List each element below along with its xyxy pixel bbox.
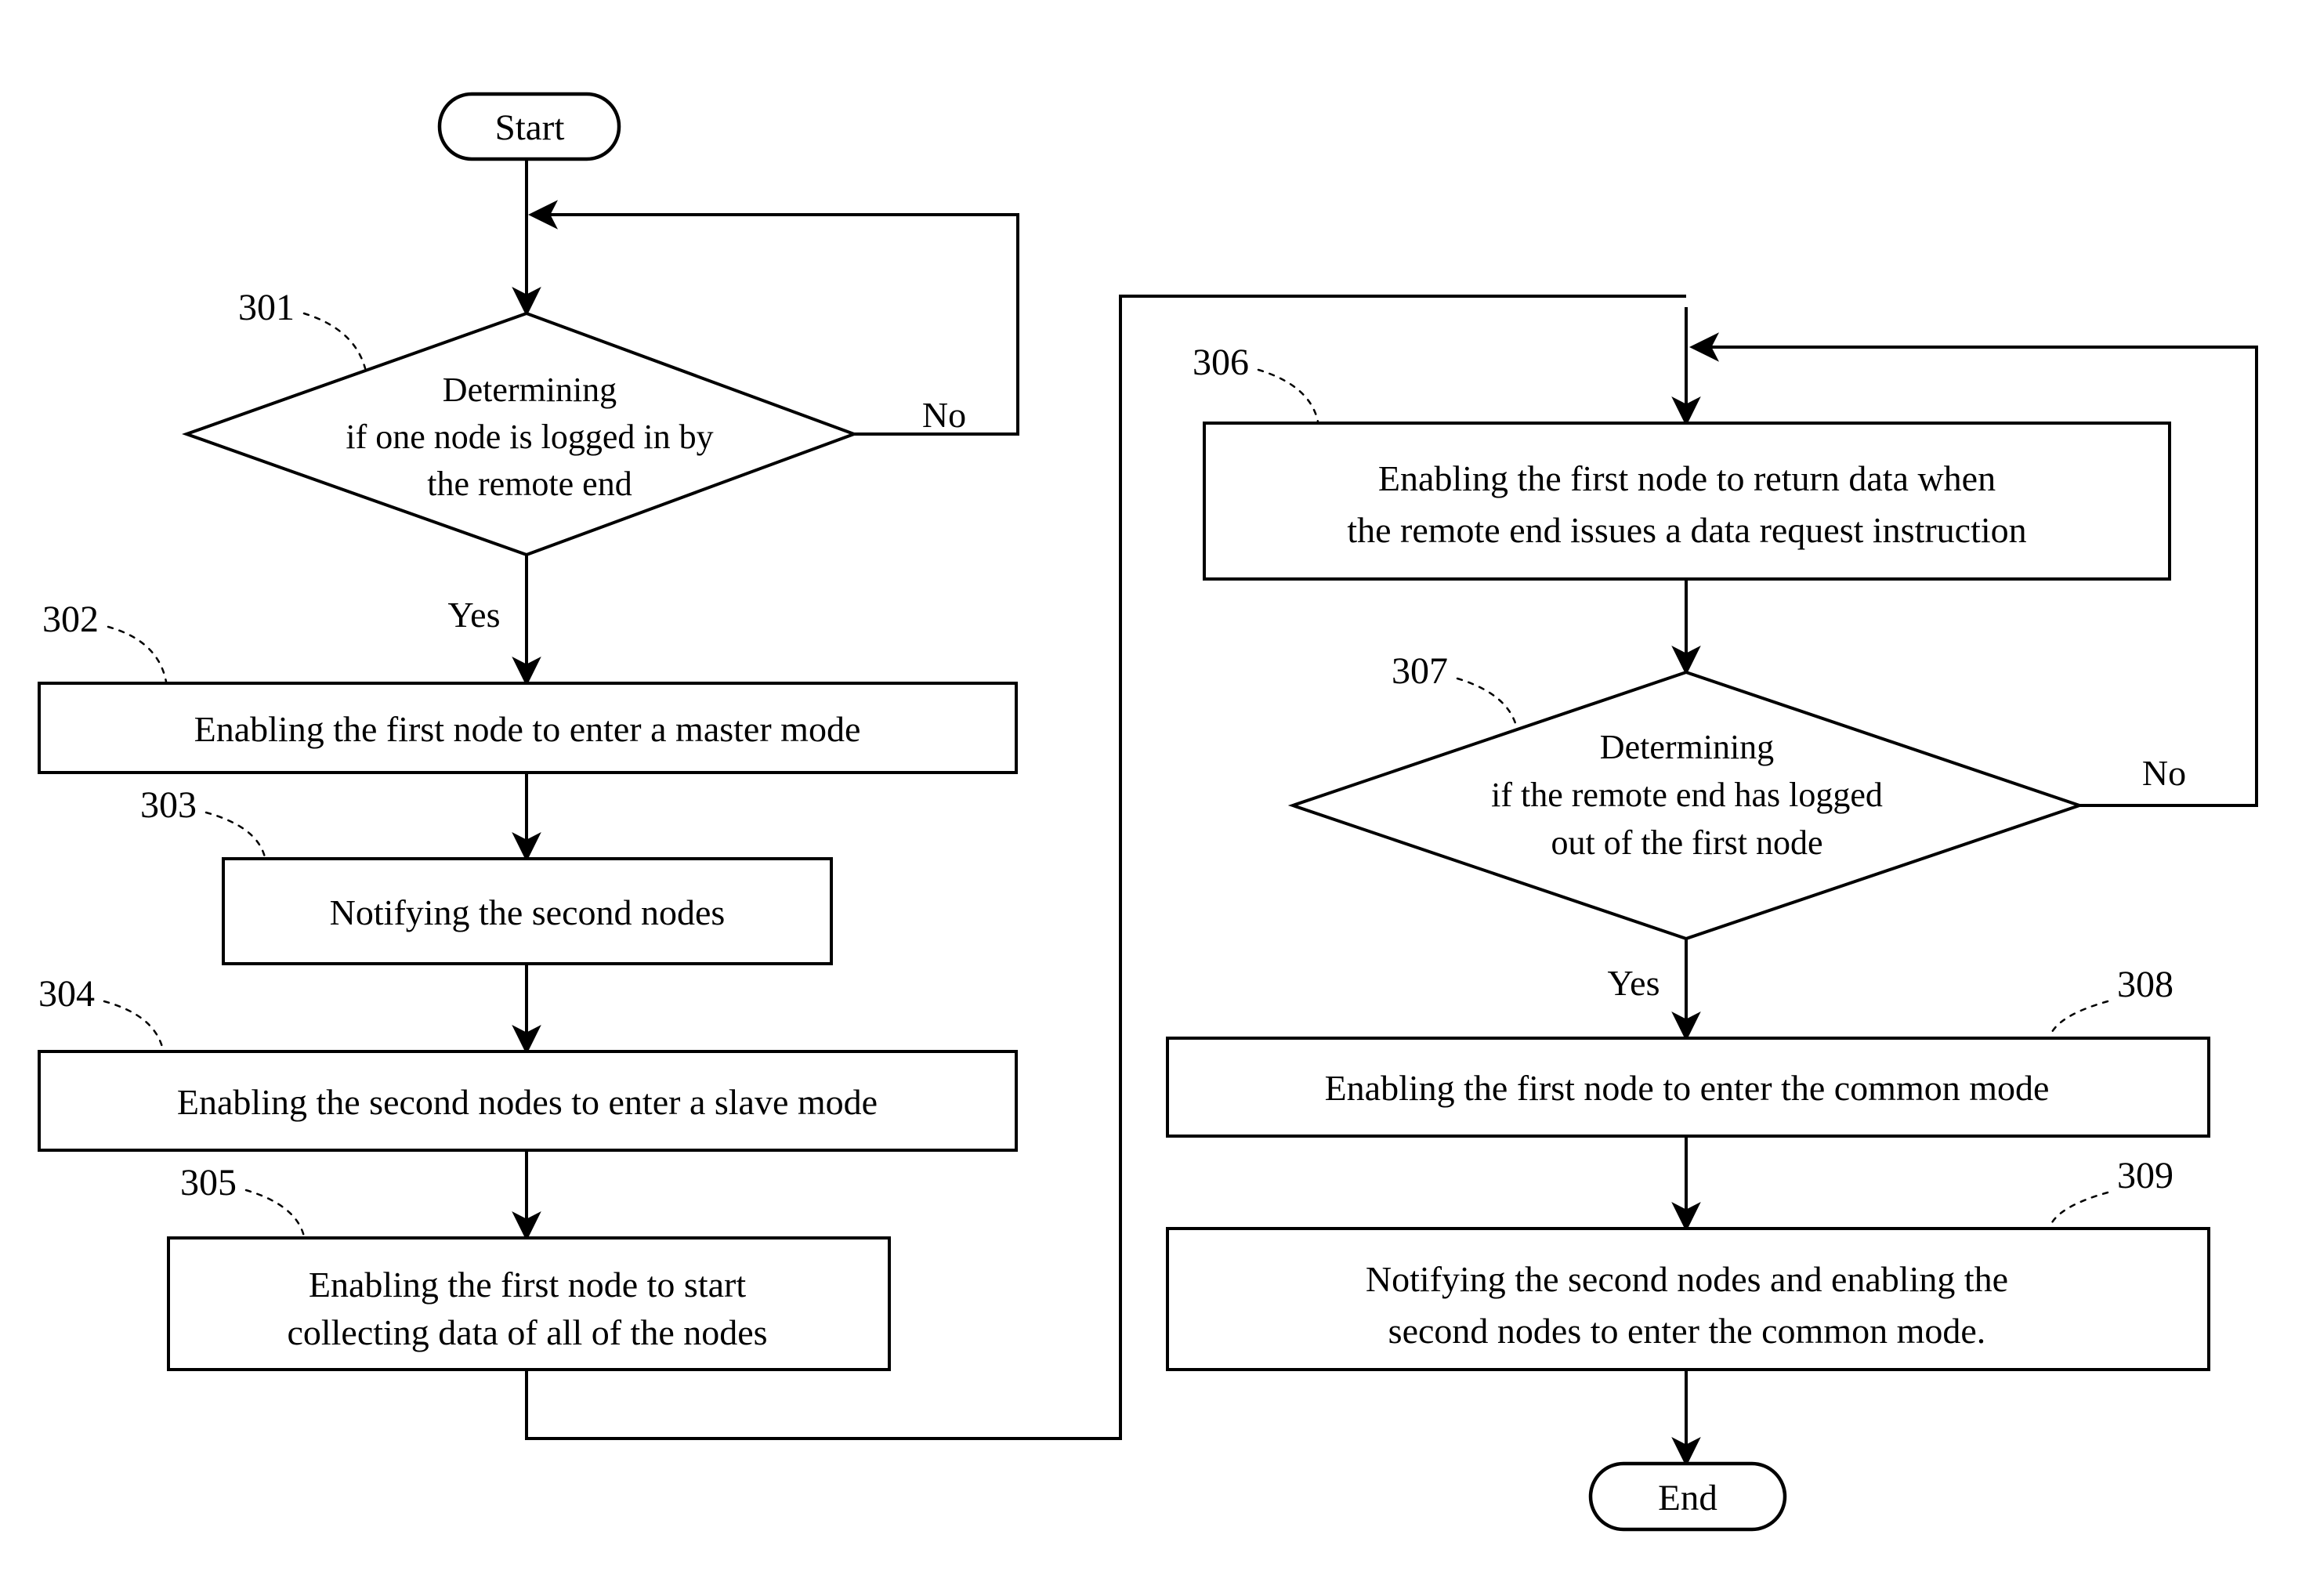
flowchart-svg: Start Determining if one node is logged … — [38, 92, 2258, 1532]
leader-line-306 — [1257, 368, 1319, 423]
process-306-line-1: Enabling the first node to return data w… — [1378, 458, 1996, 498]
ref-numeral-307: 307 — [1392, 650, 1448, 692]
decision-307-line-2: if the remote end has logged — [1491, 776, 1883, 814]
leader-line-302 — [107, 625, 168, 683]
process-309-line-1: Notifying the second nodes and enabling … — [1366, 1259, 2008, 1299]
leader-line-305 — [244, 1189, 306, 1238]
process-304-line-1: Enabling the second nodes to enter a sla… — [177, 1082, 878, 1122]
process-306 — [1203, 422, 2171, 581]
ref-numeral-305: 305 — [180, 1162, 237, 1203]
leader-line-303 — [205, 811, 266, 859]
edge-label-d301-no: No — [922, 395, 966, 435]
ref-numeral-302: 302 — [42, 599, 99, 640]
process-305-line-2: collecting data of all of the nodes — [287, 1312, 767, 1352]
ref-numeral-304: 304 — [38, 973, 95, 1015]
ref-numeral-309: 309 — [2117, 1155, 2174, 1196]
process-305-line-1: Enabling the first node to start — [309, 1265, 746, 1305]
ref-numeral-306: 306 — [1193, 342, 1249, 383]
decision-307-line-3: out of the first node — [1551, 823, 1822, 862]
leader-line-308 — [2048, 1000, 2109, 1038]
process-302-line-1: Enabling the first node to enter a maste… — [194, 709, 861, 749]
process-308-line-1: Enabling the first node to enter the com… — [1325, 1068, 2050, 1108]
ref-numeral-308: 308 — [2117, 964, 2174, 1005]
leader-line-309 — [2048, 1191, 2109, 1229]
decision-301-line-3: the remote end — [427, 465, 632, 503]
leader-line-307 — [1456, 677, 1518, 730]
edge-label-d301-yes: Yes — [448, 595, 501, 635]
process-303-line-1: Notifying the second nodes — [330, 892, 726, 932]
leader-line-304 — [103, 1000, 165, 1051]
edge-label-d307-no: No — [2142, 753, 2186, 793]
process-306-line-2: the remote end issues a data request ins… — [1347, 510, 2026, 550]
decision-301-line-1: Determining — [443, 371, 617, 409]
decision-301-line-2: if one node is logged in by — [346, 418, 713, 456]
flowchart-canvas: Start Determining if one node is logged … — [0, 0, 2302, 1596]
decision-307-line-1: Determining — [1600, 728, 1774, 766]
ref-numeral-303: 303 — [140, 784, 197, 826]
edge-label-d307-yes: Yes — [1608, 963, 1660, 1003]
process-309-line-2: second nodes to enter the common mode. — [1388, 1311, 1986, 1351]
leader-line-301 — [302, 312, 367, 370]
end-label: End — [1658, 1478, 1717, 1518]
ref-numeral-301: 301 — [238, 287, 295, 328]
start-label: Start — [495, 107, 565, 148]
